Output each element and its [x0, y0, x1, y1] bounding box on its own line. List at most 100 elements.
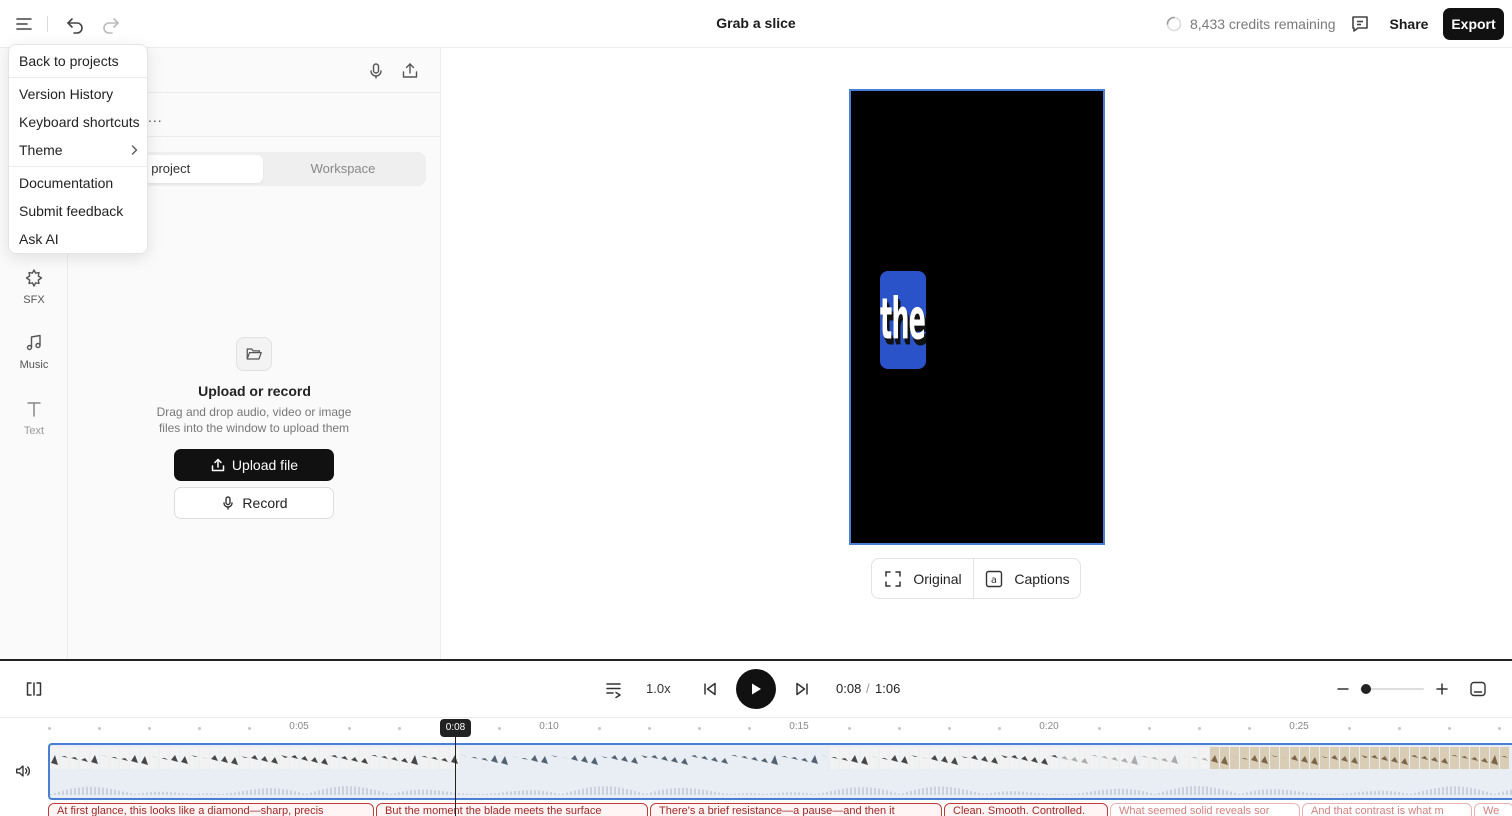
- caption-clip[interactable]: And that contrast is what m: [1302, 803, 1472, 816]
- menu-item-submit-feedback[interactable]: Submit feedback: [19, 201, 123, 221]
- ruler-tick: [98, 727, 101, 730]
- video-canvas[interactable]: the: [849, 89, 1105, 545]
- ruler-tick: [1348, 727, 1351, 730]
- menu-item-version-history[interactable]: Version History: [19, 84, 113, 104]
- ruler-tick: [598, 727, 601, 730]
- captions-icon: a: [986, 570, 1003, 587]
- export-button[interactable]: Export: [1443, 8, 1504, 40]
- playhead-time[interactable]: 0:08: [440, 719, 471, 737]
- undo-icon[interactable]: [63, 12, 87, 36]
- text-icon: [27, 402, 41, 417]
- view-mode-toggle: Original a Captions: [871, 558, 1081, 599]
- rail-item-sfx[interactable]: SFX: [0, 268, 68, 306]
- ruler-label: 0:20: [1039, 721, 1059, 732]
- audio-waveform: [50, 786, 1512, 795]
- ruler-tick: [898, 727, 901, 730]
- time-separator: /: [866, 681, 870, 696]
- menu-divider: [9, 166, 147, 167]
- ruler-label: 0:25: [1289, 721, 1309, 732]
- skip-back-icon[interactable]: [700, 679, 720, 699]
- chevron-right-icon: [131, 145, 138, 155]
- ruler-tick: [948, 727, 951, 730]
- menu-item-theme[interactable]: Theme: [19, 140, 63, 160]
- menu-item-keyboard-shortcuts[interactable]: Keyboard shortcuts: [19, 112, 140, 132]
- ruler-tick: [698, 727, 701, 730]
- ruler-tick: [1198, 727, 1201, 730]
- record-label: Record: [242, 495, 288, 511]
- top-bar: Grab a slice 8,433 credits remaining Sha…: [0, 0, 1512, 48]
- caption-word: the: [880, 286, 926, 354]
- playback-speed[interactable]: 1.0x: [646, 681, 671, 696]
- play-button[interactable]: [736, 669, 776, 709]
- tab-workspace[interactable]: Workspace: [263, 155, 423, 183]
- zoom-in-icon[interactable]: [1432, 679, 1452, 699]
- ruler-label: 0:05: [289, 721, 309, 732]
- captions-toggle-icon[interactable]: [1468, 679, 1488, 699]
- svg-text:a: a: [991, 575, 997, 586]
- total-time: 1:06: [875, 681, 901, 696]
- comment-icon[interactable]: [1348, 12, 1372, 36]
- upload-icon[interactable]: [400, 61, 420, 81]
- menu-item-ask-ai[interactable]: Ask AI: [19, 229, 59, 249]
- rail-label-text: Text: [23, 425, 45, 437]
- ruler-tick: [498, 727, 501, 730]
- credits-text: 8,433 credits remaining: [1190, 16, 1336, 32]
- queue-icon[interactable]: [604, 679, 624, 699]
- project-title[interactable]: Grab a slice: [656, 15, 856, 31]
- ruler-tick: [1398, 727, 1401, 730]
- record-button[interactable]: Record: [174, 487, 334, 519]
- ruler-tick: [248, 727, 251, 730]
- captions-view-button[interactable]: a Captions: [974, 559, 1080, 598]
- ruler-tick: [748, 727, 751, 730]
- skip-forward-icon[interactable]: [792, 679, 812, 699]
- menu-item-documentation[interactable]: Documentation: [19, 173, 113, 193]
- ruler-tick: [398, 727, 401, 730]
- upload-icon: [211, 458, 225, 472]
- video-track[interactable]: [48, 743, 1512, 800]
- playhead[interactable]: [455, 737, 456, 816]
- menu-item-back-to-projects[interactable]: Back to projects: [19, 51, 119, 71]
- time-ruler[interactable]: 0:05 0:10 0:15 0:20 0:25: [48, 718, 1512, 740]
- main-menu-dropdown: Back to projects Version History Keyboar…: [8, 44, 148, 254]
- share-button[interactable]: Share: [1380, 8, 1438, 40]
- ruler-tick: [998, 727, 1001, 730]
- zoom-out-icon[interactable]: [1333, 679, 1353, 699]
- caption-clip[interactable]: What seemed solid reveals sor: [1110, 803, 1300, 816]
- ruler-tick: [1248, 727, 1251, 730]
- caption-clip[interactable]: But the moment the blade meets the surfa…: [376, 803, 648, 816]
- microphone-icon: [223, 496, 234, 510]
- sfx-icon: [25, 269, 43, 287]
- menu-icon[interactable]: [12, 12, 36, 36]
- fullscreen-icon: [885, 570, 902, 587]
- rail-item-music[interactable]: Music: [0, 333, 68, 371]
- caption-overlay[interactable]: the: [880, 271, 926, 369]
- video-thumbnails: [50, 747, 1509, 769]
- caption-clip[interactable]: At first glance, this looks like a diamo…: [48, 803, 374, 816]
- redo-icon[interactable]: [99, 12, 123, 36]
- folder-icon: [236, 337, 272, 371]
- playback-controls: 1.0x 0:08 / 1:06: [0, 661, 1512, 718]
- ruler-tick: [48, 727, 51, 730]
- empty-state-title: Upload or record: [198, 383, 311, 399]
- caption-clip[interactable]: There's a brief resistance—a pause—and t…: [650, 803, 942, 816]
- upload-file-label: Upload file: [231, 457, 299, 473]
- original-label: Original: [913, 570, 962, 587]
- credits-indicator: 8,433 credits remaining: [1166, 14, 1336, 34]
- more-options-icon[interactable]: ...: [148, 109, 163, 125]
- zoom-slider-thumb[interactable]: [1361, 684, 1371, 694]
- rail-label-music: Music: [19, 359, 49, 371]
- ruler-tick: [148, 727, 151, 730]
- ruler-tick: [1148, 727, 1151, 730]
- volume-icon[interactable]: [14, 762, 32, 780]
- rail-item-text[interactable]: Text: [0, 399, 68, 437]
- captions-label: Captions: [1014, 570, 1070, 587]
- caption-clip[interactable]: Clean. Smooth. Controlled.: [944, 803, 1108, 816]
- ruler-tick: [348, 727, 351, 730]
- split-view-icon[interactable]: [24, 679, 44, 699]
- original-view-button[interactable]: Original: [872, 559, 974, 598]
- microphone-icon[interactable]: [366, 61, 386, 81]
- upload-file-button[interactable]: Upload file: [174, 449, 334, 481]
- current-time: 0:08: [836, 681, 862, 696]
- play-icon: [752, 683, 761, 695]
- caption-clip[interactable]: We: [1474, 803, 1512, 816]
